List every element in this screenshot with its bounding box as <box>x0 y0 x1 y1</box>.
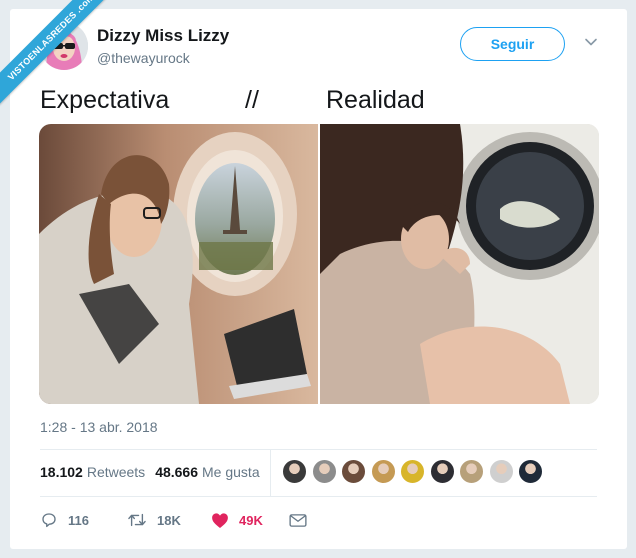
liker-avatar[interactable] <box>518 459 543 484</box>
retweet-count: 18K <box>157 512 181 528</box>
liker-avatar[interactable] <box>459 459 484 484</box>
stats-separator <box>270 450 271 496</box>
photo-reality[interactable] <box>320 124 599 404</box>
author-name[interactable]: Dizzy Miss Lizzy <box>97 26 229 46</box>
reply-button[interactable]: 116 <box>40 511 127 529</box>
follow-button[interactable]: Seguir <box>460 27 565 61</box>
like-count: 49K <box>239 512 263 528</box>
likes-count: 48.666 <box>155 464 199 480</box>
retweet-button[interactable]: 18K <box>127 511 211 529</box>
retweet-icon <box>128 513 146 527</box>
washing-machine-photo-icon <box>320 124 599 404</box>
airplane-window-photo-icon <box>39 124 318 404</box>
like-button[interactable]: 49K <box>211 512 289 529</box>
liker-avatars <box>282 459 548 484</box>
liker-avatar[interactable] <box>429 459 455 484</box>
liker-avatar[interactable] <box>311 459 337 484</box>
retweets-label: Retweets <box>86 464 146 480</box>
likes-stat[interactable]: 48.666 Me gusta <box>155 464 259 480</box>
tweet-media[interactable] <box>39 124 599 404</box>
tweet-stats: 18.102 Retweets 48.666 Me gusta <box>40 462 270 482</box>
reply-icon <box>42 513 56 528</box>
retweets-count: 18.102 <box>40 464 83 480</box>
retweets-stat[interactable]: 18.102 Retweets <box>40 464 145 480</box>
liker-avatar[interactable] <box>370 459 396 484</box>
direct-message-button[interactable] <box>289 513 317 528</box>
tweet-text-separator: // <box>245 86 259 114</box>
tweet-card: Dizzy Miss Lizzy @thewayurock Seguir Exp… <box>10 9 627 549</box>
tweet-timestamp[interactable]: 1:28 - 13 abr. 2018 <box>40 419 158 435</box>
photo-expectation[interactable] <box>39 124 318 404</box>
divider-bottom <box>40 496 597 497</box>
reply-count: 116 <box>68 512 89 528</box>
divider-top <box>40 449 597 450</box>
tweet-actions: 116 18K 49K <box>40 508 317 532</box>
liker-avatar[interactable] <box>282 459 307 484</box>
chevron-down-icon[interactable] <box>584 35 598 49</box>
author-handle[interactable]: @thewayurock <box>97 50 190 66</box>
liker-avatar[interactable] <box>488 459 514 484</box>
tweet-text-left: Expectativa <box>40 86 170 114</box>
liker-avatar[interactable] <box>400 459 425 484</box>
tweet-text-right: Realidad <box>326 86 425 114</box>
envelope-icon <box>289 513 307 527</box>
likes-label: Me gusta <box>202 464 260 480</box>
tweet-text: Expectativa // Realidad <box>40 86 600 120</box>
heart-icon <box>212 512 228 528</box>
liker-avatar[interactable] <box>341 459 366 484</box>
